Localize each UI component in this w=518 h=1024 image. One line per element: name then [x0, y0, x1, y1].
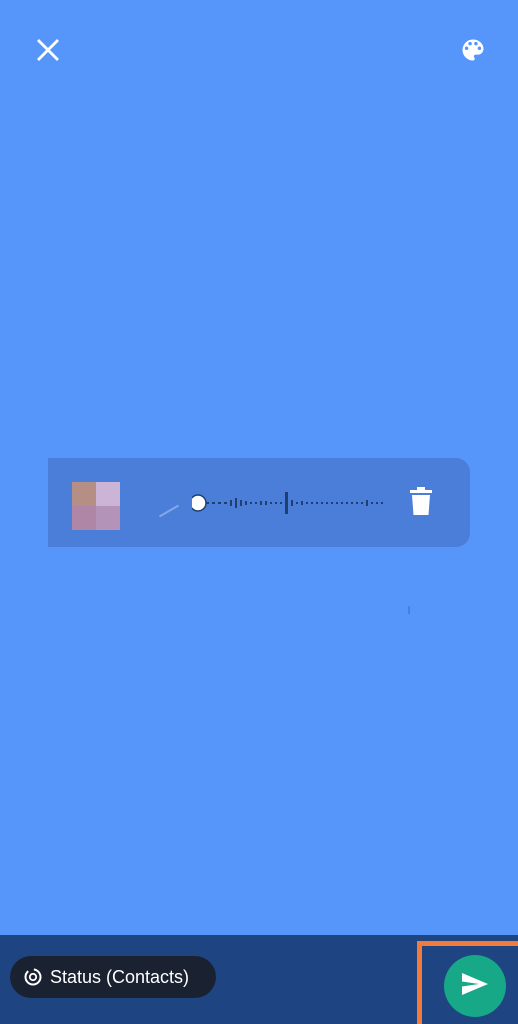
status-audience-chip[interactable]: Status (Contacts)	[10, 956, 216, 998]
mic-indicator	[158, 504, 180, 518]
status-icon	[24, 968, 42, 986]
cursor-mark	[408, 606, 410, 614]
audio-waveform[interactable]	[192, 486, 392, 520]
close-button[interactable]	[24, 28, 72, 76]
palette-icon	[459, 36, 487, 69]
playback-scrubber	[192, 494, 207, 512]
color-palette-button[interactable]	[449, 28, 497, 76]
avatar	[72, 482, 120, 530]
close-icon	[36, 38, 60, 67]
delete-voice-note-button[interactable]	[406, 486, 436, 520]
trash-icon	[410, 486, 432, 520]
voice-note-card	[48, 458, 470, 547]
status-audience-label: Status (Contacts)	[50, 966, 190, 987]
send-highlight-box	[417, 941, 518, 1024]
